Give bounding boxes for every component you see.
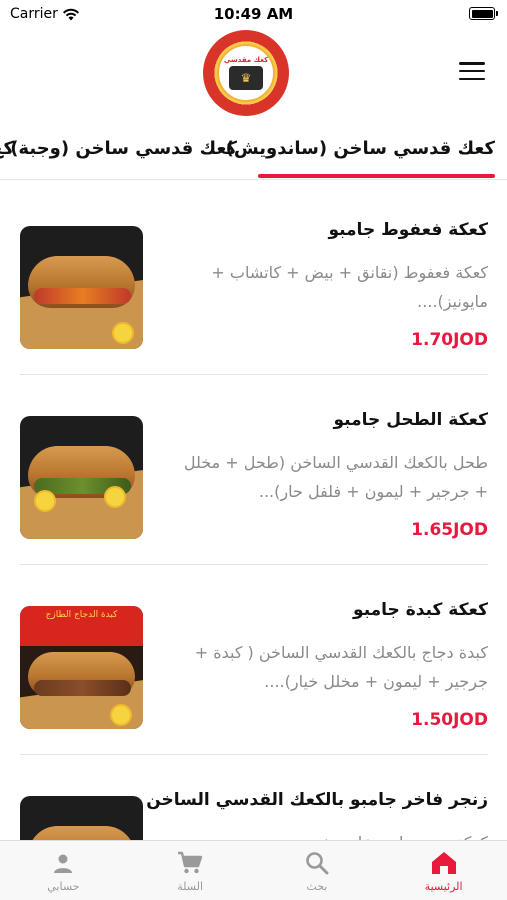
tab-sandwich[interactable]: كعك قدسي ساخن (ساندويش) — [226, 138, 495, 159]
tab-meal[interactable]: كعك قدسي ساخن (وجبة) — [10, 138, 237, 159]
bottom-tab-bar: حسابي السلة بحث الرئيسية — [0, 840, 507, 900]
item-title: كعكة الطحل جامبو — [333, 410, 488, 430]
nav-search[interactable]: بحث — [254, 841, 381, 900]
nav-label: السلة — [177, 880, 203, 893]
item-image-caption: كبدة الدجاج الطازج — [45, 610, 118, 620]
menu-list: كعكة فعفوط جامبو كعكة فعفوط (نقانق + بيض… — [0, 180, 507, 840]
item-description: طحل بالكعك القدسي الساخن (طحل + مخلل + ج… — [183, 453, 488, 501]
status-bar: Carrier 10:49 AM — [0, 0, 507, 28]
tab-next[interactable]: كع — [0, 138, 14, 159]
nav-cart[interactable]: السلة — [127, 841, 254, 900]
nav-account[interactable]: حسابي — [0, 841, 127, 900]
cart-icon — [177, 850, 203, 876]
nav-label: حسابي — [47, 880, 80, 893]
item-title: كعكة فعفوط جامبو — [328, 220, 488, 240]
item-description: كبدة دجاج بالكعك القدسي الساخن ( كبدة + … — [194, 643, 488, 691]
nav-label: الرئيسية — [424, 880, 463, 893]
logo-inner: كعك مقدسي ♛ — [217, 44, 275, 102]
category-tabs: كعك قدسي ساخن (ساندويش) كعك قدسي ساخن (و… — [0, 128, 507, 180]
battery-icon — [469, 7, 498, 20]
menu-item[interactable]: كعكة الطحل جامبو طحل بالكعك القدسي الساخ… — [20, 370, 488, 560]
status-time: 10:49 AM — [213, 5, 294, 23]
item-title: زنجر فاخر جامبو بالكعك القدسي الساخن — [146, 790, 488, 810]
brand-logo[interactable]: كعك مقدسي ♛ — [203, 30, 289, 116]
menu-item[interactable]: كعكة فعفوط جامبو كعكة فعفوط (نقانق + بيض… — [20, 180, 488, 370]
item-image — [20, 226, 143, 349]
item-description: كعكة زنجر جامبو علوي خس — [178, 828, 488, 840]
app-header: كعك مقدسي ♛ — [0, 28, 507, 120]
home-icon — [431, 850, 457, 876]
item-price: 1.70JOD — [411, 330, 488, 350]
item-title: كعكة كبدة جامبو — [353, 600, 488, 620]
item-image — [20, 416, 143, 539]
nav-label: بحث — [306, 880, 328, 893]
hamburger-menu-icon[interactable] — [459, 60, 485, 82]
item-description: كعكة فعفوط (نقانق + بيض + كاتشاب + مايون… — [211, 263, 488, 311]
item-image — [20, 796, 143, 840]
logo-text: كعك مقدسي — [223, 56, 269, 64]
user-icon — [50, 850, 76, 876]
menu-item[interactable]: زنجر فاخر جامبو بالكعك القدسي الساخن كعك… — [20, 750, 488, 840]
item-price: 1.50JOD — [411, 710, 488, 730]
item-image: كبدة الدجاج الطازج — [20, 606, 143, 729]
item-price: 1.65JOD — [411, 520, 488, 540]
menu-item[interactable]: كبدة الدجاج الطازج كعكة كبدة جامبو كبدة … — [20, 560, 488, 750]
search-icon — [304, 850, 330, 876]
logo-emblem-icon: ♛ — [229, 66, 263, 90]
active-tab-indicator — [258, 174, 495, 178]
nav-home[interactable]: الرئيسية — [380, 841, 507, 900]
